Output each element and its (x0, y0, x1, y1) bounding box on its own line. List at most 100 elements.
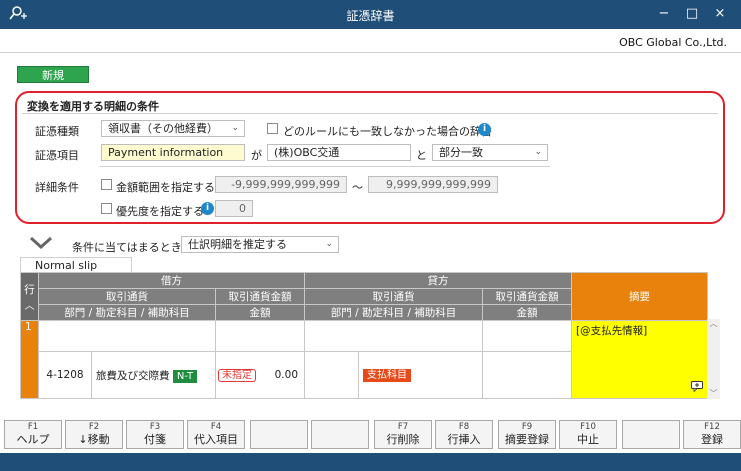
credit-header: 貸方 (304, 272, 573, 289)
fkey-f4[interactable]: F4 代入項目 (187, 420, 245, 449)
conditions-heading: 変換を適用する明細の条件 (27, 100, 159, 113)
fkey-number: F1 (27, 422, 39, 432)
credit-account-cell[interactable]: 支払科目 (358, 351, 484, 399)
fkey-label: 代入項目 (194, 433, 238, 446)
tab-normal-slip[interactable]: Normal slip (20, 257, 132, 273)
credit-code-cell[interactable] (304, 351, 360, 399)
scroll-up-icon[interactable]: ︿ (707, 319, 720, 329)
info-icon[interactable]: i (478, 123, 491, 136)
match-mode-select[interactable]: 部分一致 ⌄ (432, 144, 548, 161)
close-button[interactable]: × (707, 4, 733, 24)
fkey-f7[interactable]: F7 行削除 (374, 420, 432, 449)
action-select[interactable]: 仕訳明細を推定する ⌄ (181, 236, 339, 253)
fkey-number: F8 (458, 422, 470, 432)
fkey-f3[interactable]: F3 付箋 (126, 420, 184, 449)
fkey-f9[interactable]: F9 摘要登録 (498, 420, 556, 449)
summary-text: [@支払先情報] (576, 325, 648, 337)
fkey-label: 付箋 (144, 433, 166, 446)
summary-cell[interactable]: [@支払先情報] (571, 320, 709, 399)
fkey-f8[interactable]: F8 行挿入 (435, 420, 493, 449)
info-icon[interactable]: i (201, 202, 214, 215)
fkey-f2[interactable]: F2 ↓移動 (65, 420, 123, 449)
company-name: OBC Global Co.,Ltd. (619, 36, 727, 49)
priority-field[interactable]: 0 (215, 200, 253, 217)
chevron-down-icon: ⌄ (231, 123, 239, 133)
fkey-number: F10 (580, 422, 596, 432)
fkey-label: ↓移動 (78, 433, 110, 446)
ga-label: が (251, 149, 262, 162)
debit-currency-header: 取引通貨 (38, 288, 216, 305)
fkey-blank[interactable] (250, 420, 308, 449)
doc-type-label: 証憑種類 (35, 125, 79, 138)
maximize-button[interactable]: □ (679, 4, 705, 24)
credit-amount-header: 金額 (482, 304, 573, 321)
amount-min-field[interactable]: -9,999,999,999,999 (215, 176, 347, 193)
fkey-number: F4 (210, 422, 222, 432)
fkey-f12[interactable]: F12 登録 (683, 420, 741, 449)
comment-icon[interactable] (691, 381, 704, 395)
scroll-down-icon[interactable]: ﹀ (707, 389, 720, 399)
amount-range-checkbox[interactable] (101, 179, 112, 190)
doc-type-select[interactable]: 領収書（その他経費） ⌄ (101, 120, 245, 137)
row-header-label: 行 (24, 283, 35, 296)
divider (22, 113, 718, 114)
credit-currency-header: 取引通貨 (304, 288, 484, 305)
amount-range-label: 金額範囲を指定する (116, 181, 215, 194)
window-title: 証憑辞書 (346, 9, 395, 23)
fkey-f10[interactable]: F10 中止 (559, 420, 617, 449)
fkey-number: F7 (397, 422, 409, 432)
doc-item-field[interactable]: Payment information (101, 144, 245, 161)
fkey-f1[interactable]: F1 ヘルプ (4, 420, 62, 449)
amount-max-field[interactable]: 9,999,999,999,999 (368, 176, 498, 193)
credit-currency-amount-cell[interactable] (482, 320, 573, 352)
fkey-number: F2 (88, 422, 100, 432)
fkey-number: F9 (521, 422, 533, 432)
match-mode-value: 部分一致 (439, 146, 483, 159)
fkey-blank[interactable] (311, 420, 369, 449)
row-number[interactable]: 1 (20, 320, 39, 399)
credit-account-tag: 支払科目 (363, 368, 412, 382)
unspecified-tag: 未指定 (218, 368, 256, 382)
status-bar (0, 453, 741, 471)
debit-amount-header: 金額 (214, 304, 306, 321)
minimize-button[interactable]: − (651, 4, 677, 24)
credit-currency-amount-header: 取引通貨金額 (482, 288, 573, 305)
debit-currency-amount-cell[interactable] (214, 320, 306, 352)
divider (100, 166, 550, 167)
detail-label: 詳細条件 (35, 181, 79, 194)
debit-account-name: 旅費及び交際費 (96, 369, 170, 382)
credit-account-header: 部門 / 勘定科目 / 補助科目 (304, 304, 484, 321)
debit-header: 借方 (37, 272, 306, 289)
vertical-scrollbar[interactable]: ︿ ﹀ (707, 319, 720, 399)
fkey-number: F12 (704, 422, 720, 432)
action-value: 仕訳明細を推定する (188, 238, 287, 251)
credit-currency-cell[interactable] (304, 320, 484, 352)
chevron-down-icon: ⌄ (325, 239, 333, 249)
fkey-label: ヘルプ (16, 433, 50, 446)
fkey-label: 登録 (701, 433, 723, 446)
debit-account-cell[interactable]: 旅費及び交際費 N-T (91, 351, 216, 399)
debit-amount-value: 0.00 (274, 368, 299, 381)
when-label: 条件に当てはまるとき (72, 241, 182, 254)
debit-currency-cell[interactable] (38, 320, 216, 352)
debit-currency-amount-header: 取引通貨金額 (214, 288, 306, 305)
debit-amount-cell[interactable]: 未指定 0.00 (214, 351, 306, 399)
debit-code-cell[interactable]: 4-1208 (38, 351, 92, 399)
credit-amount-cell[interactable] (482, 351, 573, 399)
priority-label: 優先度を指定する (116, 205, 204, 218)
fkey-label: 行削除 (386, 433, 420, 446)
to-label: と (416, 149, 427, 162)
divider (0, 52, 741, 53)
chevron-down-icon[interactable] (29, 236, 53, 252)
no-match-checkbox[interactable] (267, 123, 278, 134)
chevron-up-icon: ︿ (24, 300, 35, 312)
priority-checkbox[interactable] (101, 203, 112, 214)
no-match-label: どのルールにも一致しなかった場合の辞書 (283, 125, 492, 138)
journal-grid: 行 ︿ 借方 貸方 摘要 取引通貨 取引通貨金額 取引通貨 取引通貨金額 部門 … (20, 272, 709, 399)
fkey-number: F3 (149, 422, 161, 432)
match-text-field[interactable]: (株)OBC交通 (267, 144, 411, 161)
new-button[interactable]: 新規 (17, 66, 89, 83)
fkey-blank[interactable] (622, 420, 680, 449)
row-header[interactable]: 行 ︿ (20, 272, 39, 321)
title-bar: 証憑辞書 − □ × (0, 0, 741, 29)
